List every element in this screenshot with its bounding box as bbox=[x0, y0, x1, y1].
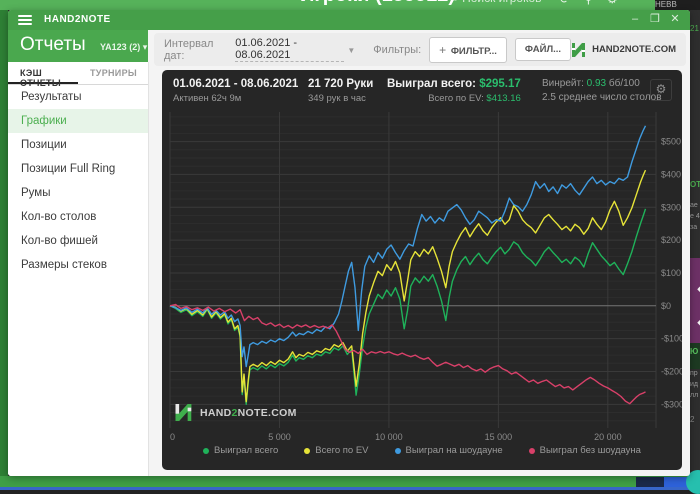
svg-text:$200: $200 bbox=[661, 235, 681, 245]
add-filter-button[interactable]: + ФИЛЬТР... bbox=[429, 36, 507, 63]
stat-winnings: Выиграл всего: $295.17 Всего по EV: $413… bbox=[387, 78, 521, 104]
sidebar: КЭШ ОТЧЕТЫ ТУРНИРЫ Результаты Графики Позиц… bbox=[8, 62, 149, 476]
sidebar-item-1[interactable]: Графики bbox=[8, 109, 148, 133]
title-bar: HAND2NOTE – ❒ ✕ bbox=[8, 10, 690, 30]
sidebar-list: Результаты Графики Позиции Позиции Full Rin… bbox=[8, 85, 148, 277]
toolbar: Интервал дат: 01.06.2021 - 08.06.2021 ▼ … bbox=[154, 33, 686, 66]
hand2note-icon bbox=[175, 404, 192, 421]
tab-tournaments[interactable]: ТУРНИРЫ bbox=[78, 62, 148, 84]
background-text-green: ОТ bbox=[690, 180, 700, 189]
brand-logo: HAND2NOTE.COM bbox=[571, 42, 676, 57]
sidebar-tabs: КЭШ ОТЧЕТЫ ТУРНИРЫ bbox=[8, 62, 148, 88]
graph-panel: 01.06.2021 - 08.06.2021 Активен 62ч 9м 2… bbox=[162, 70, 682, 470]
account-selector[interactable]: YA123 (2) ▾ bbox=[100, 42, 147, 53]
background-taskbar-navy-block bbox=[636, 477, 664, 487]
legend-item: Выиграл без шоудауна bbox=[528, 445, 641, 456]
file-button[interactable]: ФАЙЛ... bbox=[514, 38, 572, 61]
background-window-title: Игроки (135512) bbox=[300, 0, 455, 7]
stat-daterange: 01.06.2021 - 08.06.2021 Активен 62ч 9м bbox=[173, 78, 299, 104]
date-range-selector[interactable]: 01.06.2021 - 08.06.2021 bbox=[235, 37, 345, 62]
hand2note-icon bbox=[572, 42, 586, 57]
legend-item: Выиграл всего bbox=[203, 445, 278, 456]
interval-label: Интервал дат: bbox=[164, 37, 214, 62]
app-title: HAND2NOTE bbox=[44, 14, 111, 25]
page-header: Отчеты YA123 (2) ▾ bbox=[8, 30, 148, 62]
sidebar-item-0[interactable]: Результаты bbox=[8, 85, 148, 109]
svg-text:0: 0 bbox=[170, 432, 175, 442]
background-text-gray: ае е 4 за bbox=[690, 202, 700, 231]
stat-winrate: Винрейт: 0.93 бб/100 2.5 среднее число с… bbox=[542, 78, 662, 103]
background-darkgreen-block: Ю bbox=[690, 343, 700, 369]
watermark: HAND2NOTE.COM bbox=[174, 404, 297, 421]
equity-chart: $500 $400 $300 $200 $100 $0 -$100 -$200 -$300 0 5 … bbox=[169, 112, 682, 442]
svg-text:15 000: 15 000 bbox=[485, 432, 513, 442]
filters-label: Фильтры: bbox=[373, 43, 422, 56]
background-toolbar-icons[interactable]: ⟳⚲⚙ bbox=[560, 0, 632, 6]
svg-text:$0: $0 bbox=[661, 301, 671, 311]
sidebar-item-7[interactable]: Размеры стеков bbox=[8, 253, 148, 277]
series-Всего по EV bbox=[169, 169, 647, 403]
svg-text:$100: $100 bbox=[661, 268, 681, 278]
tab-cash-reports[interactable]: КЭШ ОТЧЕТЫ bbox=[8, 62, 78, 88]
plus-icon: + bbox=[439, 42, 447, 57]
background-purple-block bbox=[690, 258, 700, 343]
chevron-down-icon: ▼ bbox=[347, 46, 356, 55]
stat-hands: 21 720 Руки 349 рук в час bbox=[308, 78, 374, 104]
svg-text:-$300: -$300 bbox=[661, 399, 682, 409]
background-right-edge: 21 ОТ ае е 4 за Ю пр ид лл 2 bbox=[690, 10, 700, 478]
chevron-down-icon: ▾ bbox=[142, 42, 148, 52]
svg-text:-$100: -$100 bbox=[661, 334, 682, 344]
sidebar-item-6[interactable]: Кол-во фишей bbox=[8, 229, 148, 253]
sidebar-item-2[interactable]: Позиции bbox=[8, 133, 148, 157]
background-badge: 21 bbox=[690, 24, 699, 33]
close-button[interactable]: ✕ bbox=[668, 13, 682, 26]
legend-item: Всего по EV bbox=[304, 445, 369, 456]
sidebar-item-3[interactable]: Позиции Full Ring bbox=[8, 157, 148, 181]
gear-icon: ⚙ bbox=[655, 82, 667, 96]
background-left-edge bbox=[0, 10, 8, 478]
legend-dot-icon bbox=[304, 447, 311, 454]
svg-text:10 000: 10 000 bbox=[375, 432, 403, 442]
graph-settings-button[interactable]: ⚙ bbox=[650, 79, 672, 101]
legend-dot-icon bbox=[203, 447, 210, 454]
chart-legend: Выиграл всего Всего по EV Выиграл на шоуда… bbox=[162, 445, 682, 456]
legend-dot-icon bbox=[394, 447, 401, 454]
background-taskbar-green bbox=[0, 476, 700, 487]
svg-text:$300: $300 bbox=[661, 202, 681, 212]
background-text-num: 2 bbox=[690, 415, 695, 424]
svg-text:5 000: 5 000 bbox=[268, 432, 291, 442]
svg-text:$400: $400 bbox=[661, 169, 681, 179]
svg-text:$500: $500 bbox=[661, 137, 681, 147]
background-search-input[interactable]: ⌕ Поиск игроков bbox=[452, 0, 542, 6]
sidebar-item-5[interactable]: Кол-во столов bbox=[8, 205, 148, 229]
svg-text:-$200: -$200 bbox=[661, 367, 682, 377]
legend-dot-icon bbox=[528, 447, 535, 454]
background-window-header: Игроки (135512) ⌕ Поиск игроков ⟳⚲⚙ HEBB bbox=[0, 0, 700, 10]
hamburger-menu-icon[interactable] bbox=[18, 15, 32, 25]
minimize-button[interactable]: – bbox=[628, 13, 642, 26]
page-title: Отчеты bbox=[20, 34, 86, 55]
background-text-gray2: пр ид лл bbox=[690, 370, 699, 399]
search-icon: ⌕ bbox=[452, 0, 462, 5]
legend-item: Выиграл на шоудауне bbox=[394, 445, 503, 456]
background-corner-block: HEBB bbox=[655, 0, 700, 10]
maximize-button[interactable]: ❒ bbox=[648, 13, 662, 26]
hand2note-window: HAND2NOTE – ❒ ✕ Отчеты YA123 (2) ▾ КЭШ О… bbox=[8, 10, 690, 476]
sidebar-item-4[interactable]: Румы bbox=[8, 181, 148, 205]
svg-text:20 000: 20 000 bbox=[594, 432, 622, 442]
